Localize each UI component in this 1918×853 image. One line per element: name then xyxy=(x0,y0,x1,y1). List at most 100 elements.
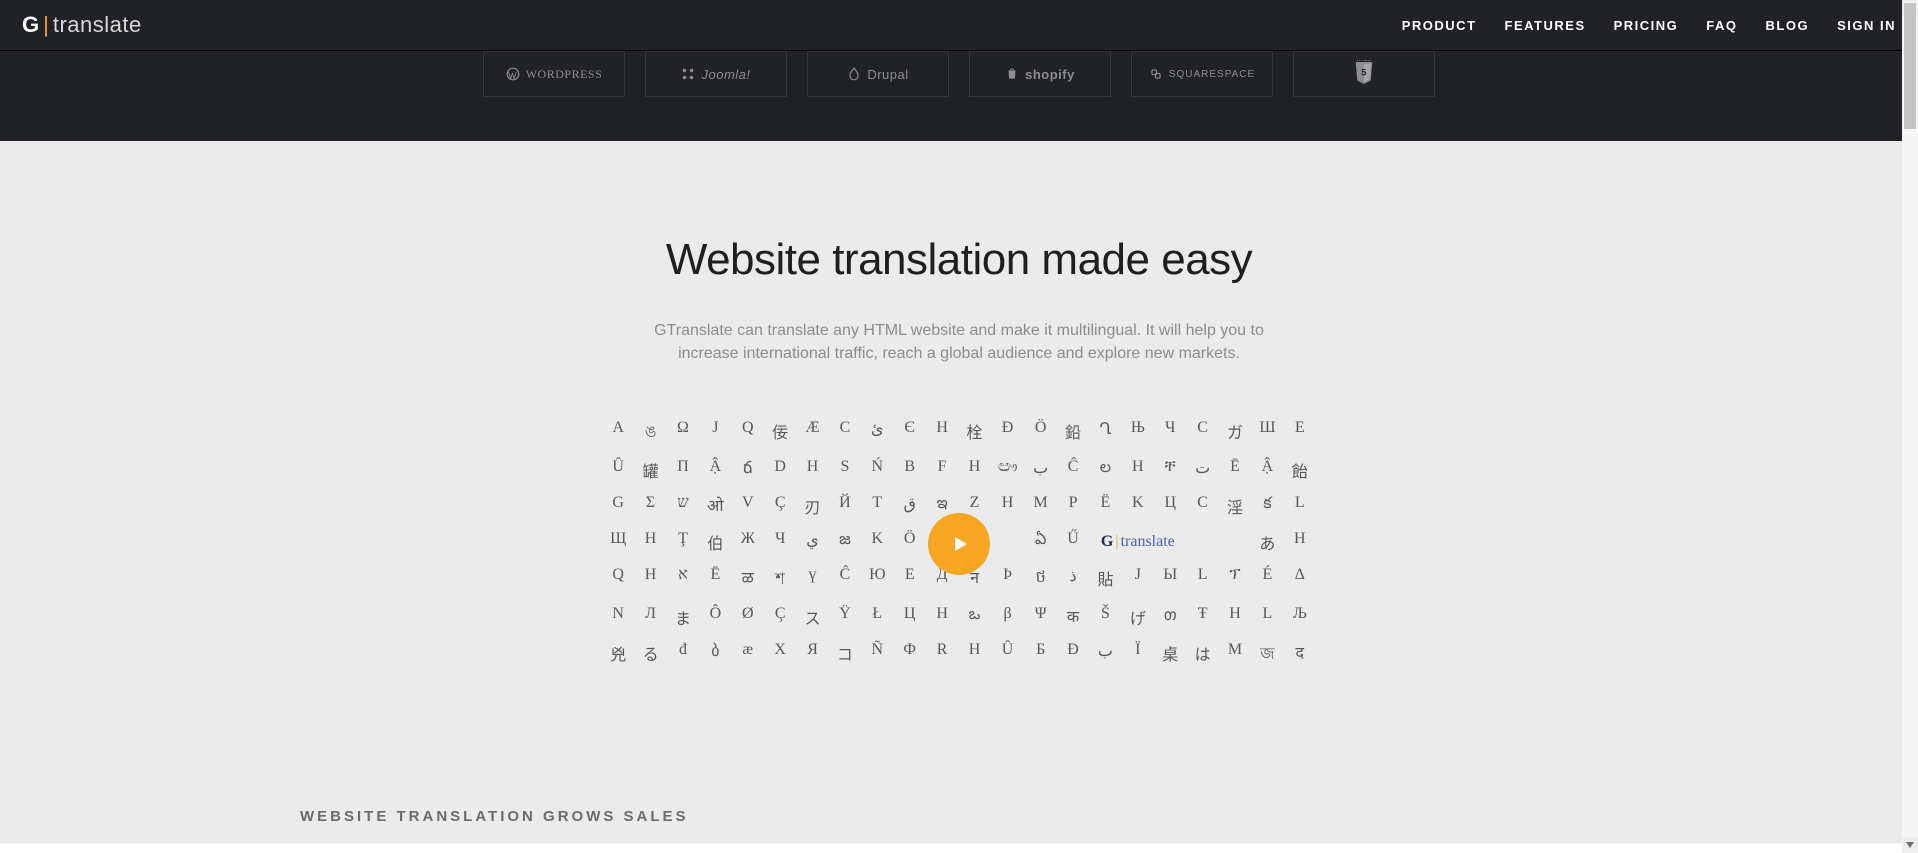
glyph: Ч xyxy=(1161,419,1179,446)
glyph: H xyxy=(1291,530,1309,554)
glyph: Û xyxy=(998,641,1018,668)
glyph: あ xyxy=(1258,530,1276,554)
tile-wordpress[interactable]: WORDPRESS xyxy=(483,51,625,97)
glyph: ঙ xyxy=(641,419,659,446)
glyph: Ю xyxy=(868,566,886,593)
tile-label: Drupal xyxy=(867,67,908,82)
mini-brand-bar: | xyxy=(1115,533,1118,551)
glyph: א xyxy=(674,566,692,593)
glyph: Ë xyxy=(1096,494,1114,518)
glyph: Ñ xyxy=(868,641,886,668)
glyph: K xyxy=(868,530,886,554)
glyph: ү xyxy=(803,566,821,593)
glyph: Щ xyxy=(609,530,627,554)
glyph: ま xyxy=(674,605,692,629)
glyph: M xyxy=(1226,641,1244,668)
mini-brand-text: translate xyxy=(1121,533,1175,551)
tile-drupal[interactable]: Drupal xyxy=(807,51,949,97)
glyph: Ē xyxy=(1226,458,1244,482)
glyph: ب xyxy=(1096,641,1114,668)
nav-product[interactable]: PRODUCT xyxy=(1402,18,1477,33)
brand-logo[interactable]: G | translate xyxy=(22,12,142,38)
glyph: Û xyxy=(609,458,627,482)
glyph: Ч xyxy=(771,530,789,554)
glyph: 貼 xyxy=(1096,566,1114,593)
glyph-empty xyxy=(998,530,1018,554)
glyph: Q xyxy=(609,566,627,593)
glyph: द xyxy=(1291,641,1309,668)
tile-shopify[interactable]: shopify xyxy=(969,51,1111,97)
scrollbar[interactable] xyxy=(1902,0,1918,853)
glyph: শ xyxy=(771,566,789,593)
glyph: T xyxy=(868,494,886,518)
glyph: Ղ xyxy=(1096,419,1114,446)
glyph: 桌 xyxy=(1161,641,1179,668)
glyph: Ц xyxy=(901,605,919,629)
glyph: Ŧ xyxy=(1193,605,1211,629)
glyph: Ш xyxy=(1258,419,1276,446)
nav-signin[interactable]: SIGN IN xyxy=(1837,18,1896,33)
glyph: ඐ xyxy=(998,458,1018,482)
tile-joomla[interactable]: Joomla! xyxy=(645,51,787,97)
glyph: क xyxy=(1064,605,1082,629)
glyph: Ç xyxy=(771,605,789,629)
glyph: X xyxy=(771,641,789,668)
glyph: Ö xyxy=(1031,419,1049,446)
glyph: H xyxy=(933,605,951,629)
glyph: る xyxy=(641,641,659,668)
glyph: Ē xyxy=(706,566,724,593)
glyph-empty xyxy=(1226,530,1244,554)
glyph: Ţ xyxy=(674,530,692,554)
glyph: Ø xyxy=(739,605,757,629)
glyph: β xyxy=(998,605,1018,629)
header-bar: G | translate PRODUCT FEATURES PRICING F… xyxy=(0,0,1918,51)
glyph: H xyxy=(965,641,983,668)
glyph: Ы xyxy=(1161,566,1179,593)
tile-label: shopify xyxy=(1025,67,1075,82)
glyph: 佞 xyxy=(771,419,789,446)
glyph: 飴 xyxy=(1291,458,1309,482)
glyph: Ÿ xyxy=(836,605,854,629)
glyph: M xyxy=(1031,494,1049,518)
play-button[interactable] xyxy=(928,513,990,575)
scrollbar-thumb[interactable] xyxy=(1904,3,1916,129)
tile-label: SQUARESPACE xyxy=(1169,69,1255,80)
glyph: V xyxy=(739,494,757,518)
scroll-down-icon[interactable] xyxy=(1902,837,1918,853)
glyph: ي xyxy=(803,530,821,554)
hero-subtitle: GTranslate can translate any HTML websit… xyxy=(639,319,1279,365)
glyph: ბ xyxy=(706,641,724,668)
main-nav: PRODUCT FEATURES PRICING FAQ BLOG SIGN I… xyxy=(1402,18,1896,33)
nav-faq[interactable]: FAQ xyxy=(1706,18,1737,33)
mini-brand: G|translate xyxy=(1096,530,1179,554)
tile-label: WORDPRESS xyxy=(526,67,603,82)
nav-pricing[interactable]: PRICING xyxy=(1614,18,1679,33)
glyph: G xyxy=(609,494,627,518)
glyph: E xyxy=(901,566,919,593)
glyph: R xyxy=(933,641,951,668)
glyph: Ĉ xyxy=(1064,458,1082,482)
glyph-empty xyxy=(1193,530,1211,554)
glyph: Є xyxy=(901,419,919,446)
tile-squarespace[interactable]: SQUARESPACE xyxy=(1131,51,1273,97)
glyph: 栓 xyxy=(965,419,983,446)
hero-section: Website translation made easy GTranslate… xyxy=(0,141,1918,843)
glyph: J xyxy=(706,419,724,446)
glyph: Л xyxy=(641,605,659,629)
glyph: Ï xyxy=(1129,641,1147,668)
glyph: N xyxy=(609,605,627,629)
tile-html5[interactable]: HTML5 xyxy=(1293,51,1435,97)
glyph: క xyxy=(1258,494,1276,518)
section-label: WEBSITE TRANSLATION GROWS SALES xyxy=(300,808,689,825)
wordpress-icon xyxy=(506,67,520,81)
glyph: জ xyxy=(1258,641,1276,668)
nav-features[interactable]: FEATURES xyxy=(1505,18,1586,33)
glyph: ఒ xyxy=(965,605,983,629)
glyph: H xyxy=(1226,605,1244,629)
glyph: Ậ xyxy=(706,458,724,482)
glyph: H xyxy=(933,419,951,446)
glyph: æ xyxy=(739,641,757,668)
glyph: ፕ xyxy=(1226,566,1244,593)
nav-blog[interactable]: BLOG xyxy=(1766,18,1810,33)
glyph: Ń xyxy=(868,458,886,482)
